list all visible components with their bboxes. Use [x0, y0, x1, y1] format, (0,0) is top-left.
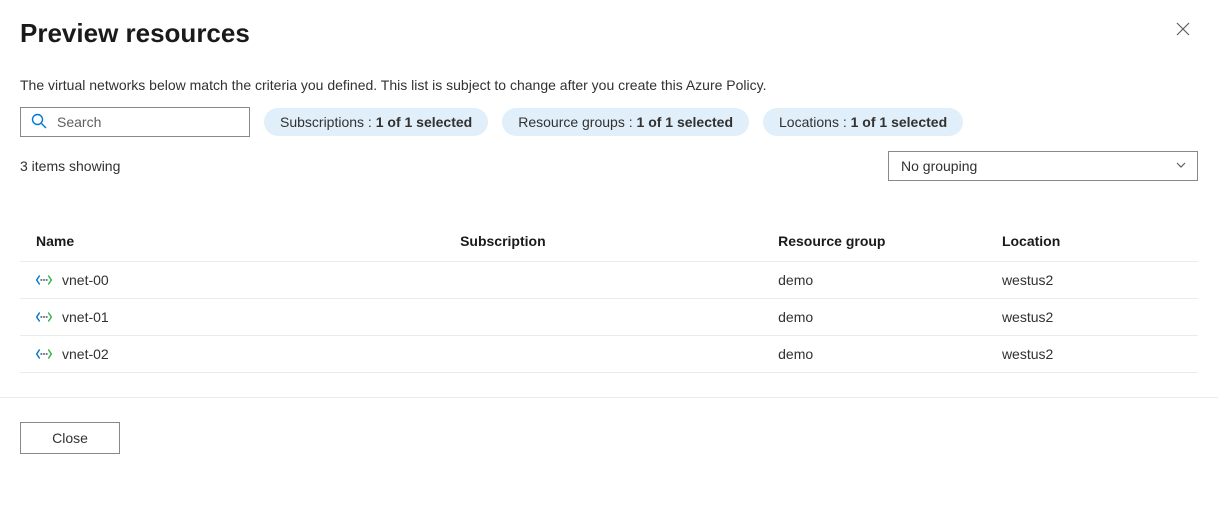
table-row[interactable]: vnet-02 demo westus2	[20, 336, 1198, 373]
search-input[interactable]	[57, 114, 239, 130]
resources-table: Name Subscription Resource group Locatio…	[20, 221, 1198, 373]
cell-location: westus2	[986, 336, 1198, 373]
page-title: Preview resources	[20, 18, 250, 49]
cell-subscription	[444, 299, 762, 336]
column-header-location[interactable]: Location	[986, 221, 1198, 262]
column-header-name[interactable]: Name	[20, 221, 444, 262]
grouping-selected-value: No grouping	[901, 158, 977, 174]
cell-name: vnet-02	[62, 346, 109, 362]
cell-resource-group: demo	[762, 336, 986, 373]
pill-label: Subscriptions :	[280, 114, 376, 130]
search-icon	[31, 113, 47, 132]
table-row[interactable]: vnet-00 demo westus2	[20, 262, 1198, 299]
divider	[0, 397, 1218, 398]
column-header-resource-group[interactable]: Resource group	[762, 221, 986, 262]
pill-value: 1 of 1 selected	[376, 114, 473, 130]
cell-location: westus2	[986, 299, 1198, 336]
pill-label: Locations :	[779, 114, 851, 130]
vnet-icon	[36, 273, 52, 287]
chevron-down-icon	[1175, 158, 1187, 174]
cell-subscription	[444, 262, 762, 299]
filter-pill-subscriptions[interactable]: Subscriptions : 1 of 1 selected	[264, 108, 488, 136]
column-header-subscription[interactable]: Subscription	[444, 221, 762, 262]
filter-pill-resource-groups[interactable]: Resource groups : 1 of 1 selected	[502, 108, 749, 136]
table-row[interactable]: vnet-01 demo westus2	[20, 299, 1198, 336]
close-button[interactable]: Close	[20, 422, 120, 454]
cell-location: westus2	[986, 262, 1198, 299]
vnet-icon	[36, 310, 52, 324]
pill-value: 1 of 1 selected	[637, 114, 734, 130]
description-text: The virtual networks below match the cri…	[20, 77, 1198, 93]
cell-resource-group: demo	[762, 262, 986, 299]
filter-pill-locations[interactable]: Locations : 1 of 1 selected	[763, 108, 963, 136]
pill-value: 1 of 1 selected	[851, 114, 948, 130]
item-count-text: 3 items showing	[20, 158, 120, 174]
grouping-dropdown[interactable]: No grouping	[888, 151, 1198, 181]
cell-name: vnet-00	[62, 272, 109, 288]
cell-subscription	[444, 336, 762, 373]
pill-label: Resource groups :	[518, 114, 636, 130]
cell-resource-group: demo	[762, 299, 986, 336]
cell-name: vnet-01	[62, 309, 109, 325]
vnet-icon	[36, 347, 52, 361]
close-icon[interactable]	[1168, 18, 1198, 44]
search-box[interactable]	[20, 107, 250, 137]
